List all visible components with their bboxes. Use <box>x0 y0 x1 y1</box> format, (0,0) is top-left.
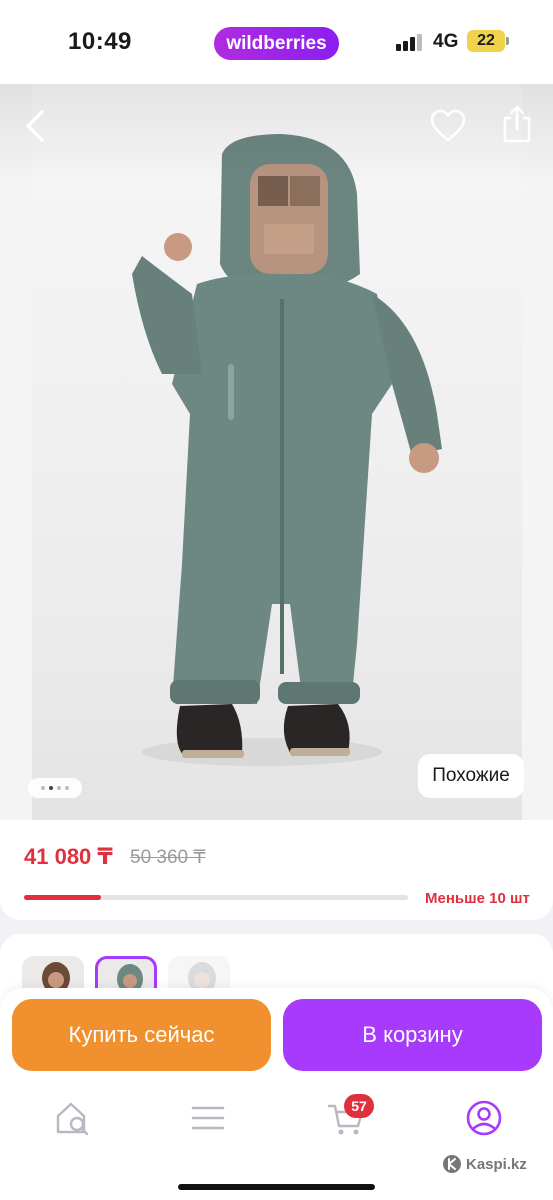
home-search-icon[interactable] <box>52 1098 92 1138</box>
status-time: 10:49 <box>68 28 132 55</box>
bottom-action-bar: Купить сейчас В корзину 57 Kaspi.kz <box>0 988 553 1200</box>
watermark-text: Kaspi.kz <box>466 1155 527 1173</box>
product-gallery[interactable]: Похожие <box>0 84 553 820</box>
pagination-dot <box>65 786 69 790</box>
status-bar: 10:49 wildberries 4G 22 <box>0 0 553 84</box>
pagination-dot <box>41 786 45 790</box>
product-photo[interactable] <box>32 84 522 820</box>
watermark: Kaspi.kz <box>442 1154 527 1174</box>
current-price: 41 080 ₸ <box>24 844 113 869</box>
stock-progress-bar <box>24 895 408 900</box>
signal-icon <box>396 34 422 51</box>
price-card: 41 080 ₸ 50 360 ₸ Меньше 10 шт <box>0 820 553 920</box>
pagination-dot <box>57 786 61 790</box>
menu-icon[interactable] <box>188 1098 228 1138</box>
top-gradient <box>0 84 553 184</box>
back-arrow-icon[interactable] <box>18 106 54 146</box>
share-icon[interactable] <box>500 104 534 144</box>
buy-now-button[interactable]: Купить сейчас <box>12 999 271 1071</box>
stock-label: Меньше 10 шт <box>425 890 530 907</box>
similar-button[interactable]: Похожие <box>418 754 524 798</box>
old-price: 50 360 ₸ <box>130 847 206 868</box>
kaspi-logo-icon <box>443 1155 461 1173</box>
profile-icon[interactable] <box>464 1098 504 1138</box>
network-type: 4G <box>433 31 459 52</box>
gallery-pagination <box>28 778 82 798</box>
cart-count-badge: 57 <box>344 1094 374 1118</box>
add-to-cart-button[interactable]: В корзину <box>283 999 542 1071</box>
child-winter-overall-photo-icon <box>132 134 442 766</box>
wildberries-logo: wildberries <box>214 27 339 60</box>
home-indicator[interactable] <box>178 1184 375 1190</box>
battery-icon: 22 <box>467 30 505 52</box>
pagination-dot-active <box>49 786 53 790</box>
heart-icon[interactable] <box>430 109 466 143</box>
battery-nub <box>506 37 509 45</box>
stock-progress-fill <box>24 895 101 900</box>
